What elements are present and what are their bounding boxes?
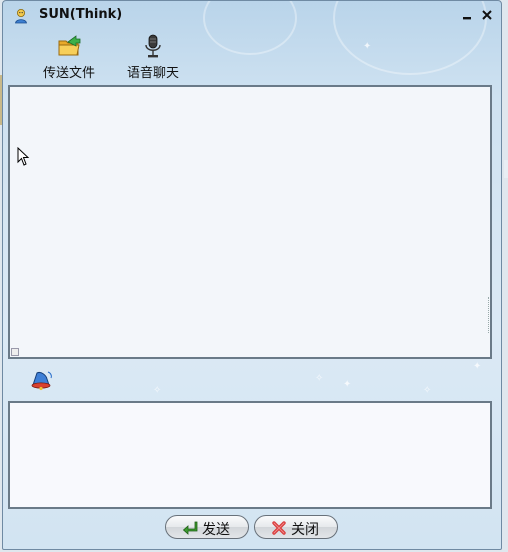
chat-history-panel[interactable] xyxy=(8,85,492,359)
voice-chat-label: 语音聊天 xyxy=(126,66,179,81)
font-bell-icon[interactable] xyxy=(28,367,54,393)
chat-window: ✦ ✦ ✧ ✦ ✧ ✧ SUN(Think) 传送文件 语音聊天 发送 关闭 xyxy=(2,0,502,550)
decorative-star: ✧ xyxy=(423,385,432,396)
decorative-star: ✦ xyxy=(473,361,482,372)
enter-arrow-icon xyxy=(182,521,198,535)
decorative-star: ✧ xyxy=(315,373,324,384)
red-x-icon xyxy=(272,521,286,535)
send-button-label: 发送 xyxy=(202,522,230,538)
voice-chat-button[interactable]: 语音聊天 xyxy=(121,31,185,83)
send-file-button[interactable]: 传送文件 xyxy=(37,31,101,83)
decorative-star: ✧ xyxy=(153,385,162,396)
folder-send-icon xyxy=(58,35,81,56)
decorative-star: ✦ xyxy=(363,41,372,52)
close-icon[interactable] xyxy=(479,7,495,23)
decorative-star: ✦ xyxy=(343,379,352,390)
user-avatar-icon xyxy=(15,9,27,24)
close-button[interactable]: 关闭 xyxy=(254,515,338,539)
send-button[interactable]: 发送 xyxy=(165,515,249,539)
message-input[interactable] xyxy=(8,401,492,509)
background-window-edge-right xyxy=(504,160,508,178)
panel-resize-grip[interactable] xyxy=(488,297,492,333)
panel-corner-marker xyxy=(11,348,19,356)
minimize-icon[interactable] xyxy=(459,7,475,23)
mouse-pointer-icon xyxy=(17,147,30,166)
send-file-label: 传送文件 xyxy=(42,66,95,81)
microphone-icon xyxy=(145,34,161,58)
close-button-label: 关闭 xyxy=(291,522,319,538)
title-bar[interactable]: SUN(Think) xyxy=(3,1,501,31)
window-title: SUN(Think) xyxy=(39,7,123,22)
